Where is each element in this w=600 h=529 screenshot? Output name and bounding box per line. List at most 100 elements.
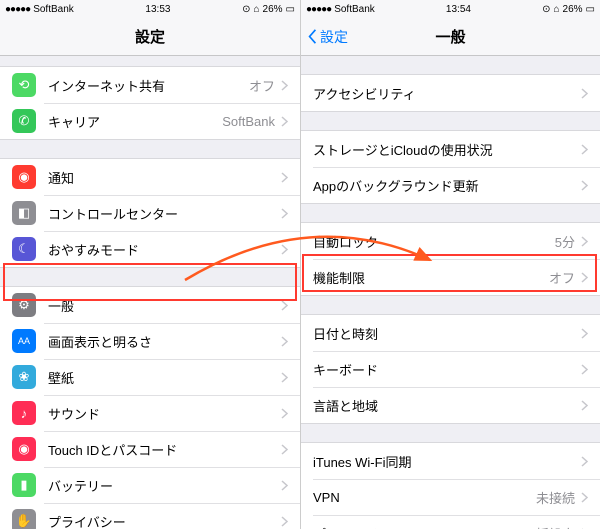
chevron-right-icon bbox=[281, 408, 288, 419]
battery-label: 26% bbox=[563, 4, 583, 15]
chevron-right-icon bbox=[281, 516, 288, 527]
chevron-left-icon bbox=[307, 29, 318, 44]
row-detail: 未接続 bbox=[536, 488, 575, 507]
chevron-right-icon bbox=[581, 272, 588, 283]
row-profile[interactable]: プロファイル 一括設定 bbox=[301, 515, 600, 529]
carrier-label: SoftBank bbox=[334, 4, 375, 15]
status-bar: ●●●●● SoftBank 13:53 ⊙ ⌂ 26% ▭ bbox=[0, 0, 300, 18]
row-label: Touch IDとパスコード bbox=[48, 440, 281, 459]
notifications-icon: ◉ bbox=[12, 165, 36, 189]
carrier-icon: ✆ bbox=[12, 109, 36, 133]
control-center-icon: ◧ bbox=[12, 201, 36, 225]
page-title: 設定 bbox=[135, 26, 165, 47]
row-label: VPN bbox=[313, 490, 536, 505]
row-label: 一般 bbox=[48, 296, 281, 315]
nav-bar: 設定 一般 bbox=[301, 18, 600, 56]
clock: 13:53 bbox=[145, 4, 170, 15]
row-label: 壁紙 bbox=[48, 368, 281, 387]
chevron-right-icon bbox=[281, 300, 288, 311]
battery-label: 26% bbox=[263, 4, 283, 15]
row-display[interactable]: AA 画面表示と明るさ bbox=[0, 323, 300, 359]
row-vpn[interactable]: VPN 未接続 bbox=[301, 479, 600, 515]
row-battery[interactable]: ▮ バッテリー bbox=[0, 467, 300, 503]
content: アクセシビリティ ストレージとiCloudの使用状況 Appのバックグラウンド更… bbox=[301, 56, 600, 529]
signal-icon: ●●●●● bbox=[5, 4, 30, 15]
row-storage[interactable]: ストレージとiCloudの使用状況 bbox=[301, 131, 600, 167]
row-bg-refresh[interactable]: Appのバックグラウンド更新 bbox=[301, 167, 600, 203]
chevron-right-icon bbox=[581, 492, 588, 503]
row-label: プロファイル bbox=[313, 524, 523, 529]
chevron-right-icon bbox=[281, 444, 288, 455]
row-label: サウンド bbox=[48, 404, 281, 423]
row-carrier[interactable]: ✆ キャリア SoftBank bbox=[0, 103, 300, 139]
clock: 13:54 bbox=[446, 4, 471, 15]
chevron-right-icon bbox=[581, 88, 588, 99]
row-label: キャリア bbox=[48, 112, 222, 131]
row-general[interactable]: ⚙ 一般 bbox=[0, 287, 300, 323]
page-title: 一般 bbox=[435, 26, 465, 47]
row-dnd[interactable]: ☾ おやすみモード bbox=[0, 231, 300, 267]
row-language[interactable]: 言語と地域 bbox=[301, 387, 600, 423]
fingerprint-icon: ◉ bbox=[12, 437, 36, 461]
row-label: 日付と時刻 bbox=[313, 324, 581, 343]
row-sound[interactable]: ♪ サウンド bbox=[0, 395, 300, 431]
chevron-right-icon bbox=[581, 180, 588, 191]
chevron-right-icon bbox=[581, 364, 588, 375]
row-hotspot[interactable]: ⟲ インターネット共有 オフ bbox=[0, 67, 300, 103]
row-label: 言語と地域 bbox=[313, 396, 581, 415]
display-icon: AA bbox=[12, 329, 36, 353]
chevron-right-icon bbox=[281, 336, 288, 347]
sound-icon: ♪ bbox=[12, 401, 36, 425]
chevron-right-icon bbox=[581, 400, 588, 411]
row-touchid[interactable]: ◉ Touch IDとパスコード bbox=[0, 431, 300, 467]
row-label: ストレージとiCloudの使用状況 bbox=[313, 140, 581, 159]
chevron-right-icon bbox=[581, 144, 588, 155]
carrier-label: SoftBank bbox=[33, 4, 74, 15]
row-accessibility[interactable]: アクセシビリティ bbox=[301, 75, 600, 111]
row-notifications[interactable]: ◉ 通知 bbox=[0, 159, 300, 195]
row-detail: オフ bbox=[549, 268, 575, 287]
bluetooth-icon: ⌂ bbox=[553, 4, 559, 15]
row-label: プライバシー bbox=[48, 512, 281, 529]
chevron-right-icon bbox=[281, 208, 288, 219]
chevron-right-icon bbox=[281, 372, 288, 383]
alarm-icon: ⊙ bbox=[542, 4, 550, 15]
row-itunes-wifi[interactable]: iTunes Wi-Fi同期 bbox=[301, 443, 600, 479]
row-label: バッテリー bbox=[48, 476, 281, 495]
wallpaper-icon: ❀ bbox=[12, 365, 36, 389]
moon-icon: ☾ bbox=[12, 237, 36, 261]
row-control-center[interactable]: ◧ コントロールセンター bbox=[0, 195, 300, 231]
row-label: インターネット共有 bbox=[48, 76, 249, 95]
gear-icon: ⚙ bbox=[12, 293, 36, 317]
chevron-right-icon bbox=[281, 244, 288, 255]
row-label: 自動ロック bbox=[313, 232, 555, 251]
row-label: 通知 bbox=[48, 168, 281, 187]
chevron-right-icon bbox=[281, 80, 288, 91]
privacy-icon: ✋ bbox=[12, 509, 36, 529]
row-label: おやすみモード bbox=[48, 240, 281, 259]
row-autolock[interactable]: 自動ロック 5分 bbox=[301, 223, 600, 259]
row-label: Appのバックグラウンド更新 bbox=[313, 176, 581, 195]
row-detail: オフ bbox=[249, 76, 275, 95]
chevron-right-icon bbox=[281, 480, 288, 491]
battery-row-icon: ▮ bbox=[12, 473, 36, 497]
row-restrictions[interactable]: 機能制限 オフ bbox=[301, 259, 600, 295]
row-wallpaper[interactable]: ❀ 壁紙 bbox=[0, 359, 300, 395]
row-detail: 5分 bbox=[555, 232, 575, 251]
chevron-right-icon bbox=[281, 116, 288, 127]
row-privacy[interactable]: ✋ プライバシー bbox=[0, 503, 300, 529]
row-label: コントロールセンター bbox=[48, 204, 281, 223]
hotspot-icon: ⟲ bbox=[12, 73, 36, 97]
nav-bar: 設定 bbox=[0, 18, 300, 56]
chevron-right-icon bbox=[581, 328, 588, 339]
chevron-right-icon bbox=[581, 236, 588, 247]
row-label: 機能制限 bbox=[313, 268, 549, 287]
row-label: アクセシビリティ bbox=[313, 84, 581, 103]
row-datetime[interactable]: 日付と時刻 bbox=[301, 315, 600, 351]
chevron-right-icon bbox=[281, 172, 288, 183]
back-button[interactable]: 設定 bbox=[307, 27, 348, 47]
row-detail: 一括設定 bbox=[523, 524, 575, 529]
row-keyboard[interactable]: キーボード bbox=[301, 351, 600, 387]
battery-icon: ▭ bbox=[286, 4, 295, 15]
back-label: 設定 bbox=[320, 27, 348, 47]
